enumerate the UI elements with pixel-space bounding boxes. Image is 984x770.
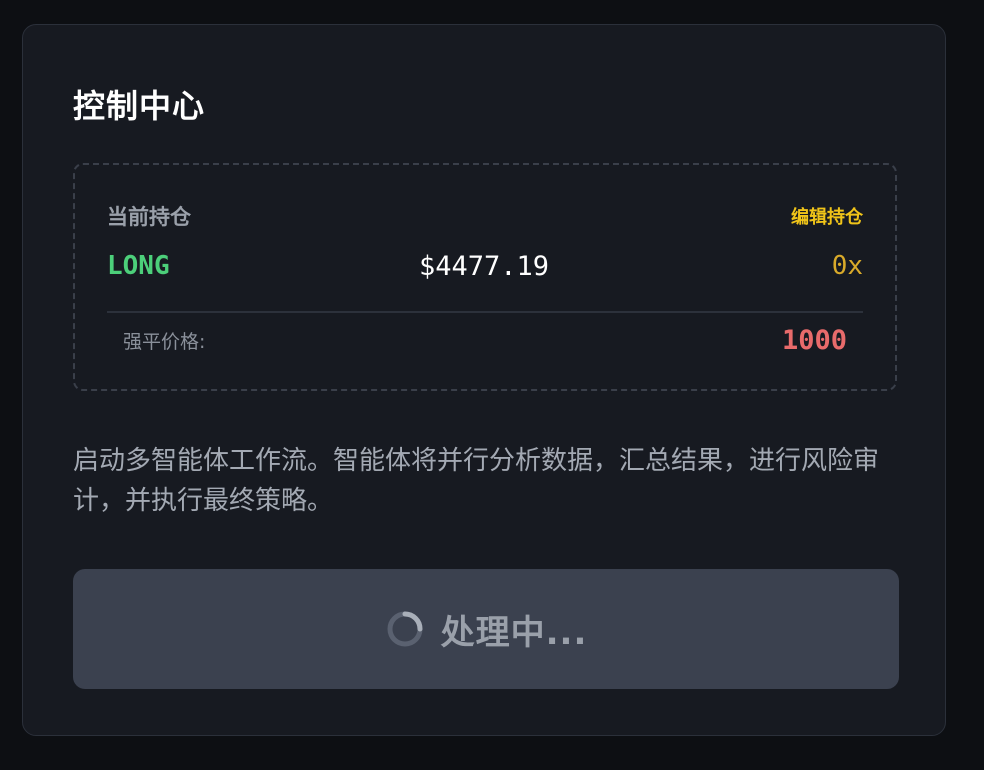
position-side: LONG [107,251,170,281]
loading-spinner-icon [387,611,423,647]
current-position-card: 当前持仓 编辑持仓 LONG $4477.19 0x 强平价格: 1000 [73,163,897,391]
position-price: $4477.19 [419,251,550,282]
position-divider [107,311,863,313]
edit-position-button[interactable]: 编辑持仓 [791,203,863,229]
position-label: 当前持仓 [107,205,191,229]
panel-title: 控制中心 [73,87,206,125]
workflow-description: 启动多智能体工作流。智能体将并行分析数据，汇总结果，进行风险审计，并执行最终策略… [73,446,880,516]
control-center-panel: 控制中心 当前持仓 编辑持仓 LONG $4477.19 0x 强平价格: 10… [22,24,946,736]
position-leverage: 0x [831,251,863,281]
liquidation-price-value: 1000 [781,325,847,356]
processing-button-label: 处理中... [440,612,588,653]
liquidation-price-label: 强平价格: [123,331,206,353]
processing-button[interactable]: 处理中... [73,569,899,689]
